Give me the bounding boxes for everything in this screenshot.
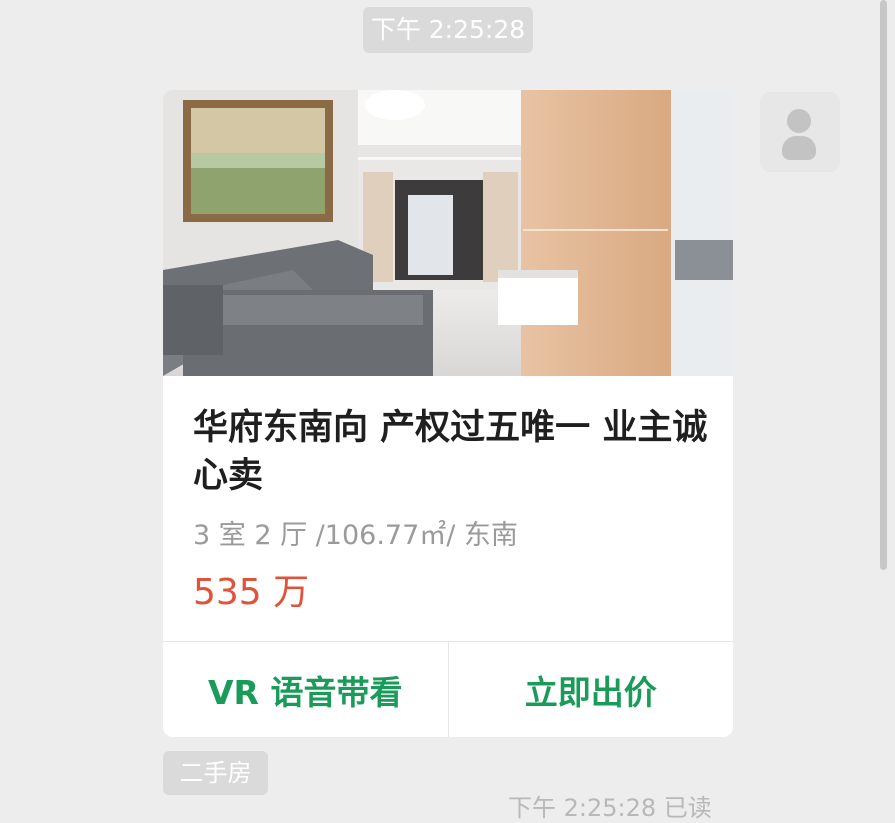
property-card[interactable]: 华府东南向 产权过五唯一 业主诚心卖 3 室 2 厅 /106.77㎡/ 东南 … <box>163 90 733 737</box>
card-actions: VR 语音带看 立即出价 <box>163 641 733 737</box>
listing-price: 535 万 <box>193 572 310 613</box>
vr-tour-button[interactable]: VR 语音带看 <box>163 642 448 737</box>
make-offer-button[interactable]: 立即出价 <box>447 642 734 737</box>
listing-title[interactable]: 华府东南向 产权过五唯一 业主诚心卖 <box>193 404 713 500</box>
listing-specs: 3 室 2 厅 /106.77㎡/ 东南 <box>193 520 518 551</box>
property-photo[interactable] <box>163 90 733 376</box>
scrollbar[interactable] <box>880 0 887 570</box>
avatar-head <box>787 109 811 133</box>
category-tag: 二手房 <box>163 751 268 795</box>
message-timestamp: 下午 2:25:28 <box>363 7 533 53</box>
avatar[interactable] <box>760 92 840 172</box>
read-receipt-timestamp: 下午 2:25:28 已读 <box>508 794 712 822</box>
avatar-body <box>782 136 816 160</box>
